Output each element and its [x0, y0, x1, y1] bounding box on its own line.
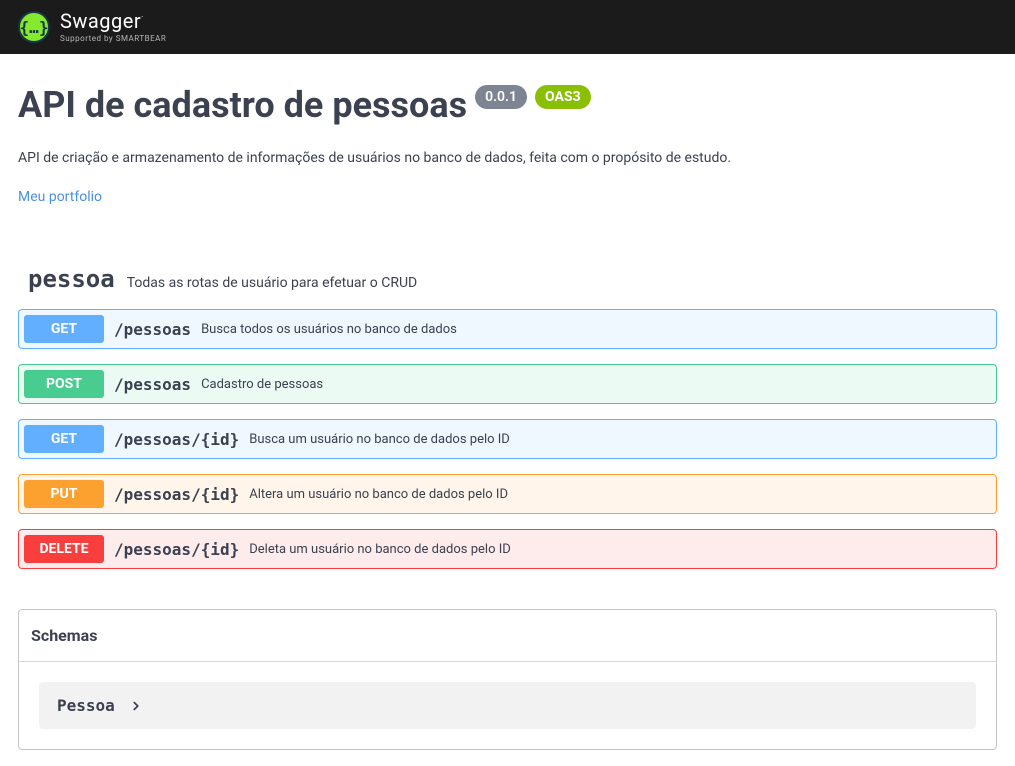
content: API de cadastro de pessoas 0.0.1 OAS3 AP… [0, 54, 1015, 750]
operation-summary: Altera um usuário no banco de dados pelo… [249, 487, 508, 502]
operation-path: /pessoas [114, 375, 191, 394]
schema-item-pessoa[interactable]: Pessoa [39, 682, 976, 729]
brand-name: Swagger. [60, 11, 166, 31]
method-badge: DELETE [24, 535, 104, 563]
operation-summary: Busca um usuário no banco de dados pelo … [249, 432, 510, 447]
schemas-section: Schemas Pessoa [18, 609, 997, 750]
portfolio-link[interactable]: Meu portfolio [18, 189, 102, 205]
method-badge: GET [24, 315, 104, 343]
version-badge: 0.0.1 [475, 85, 527, 109]
tag-description: Todas as rotas de usuário para efetuar o… [127, 275, 418, 291]
tag-name: pessoa [28, 265, 115, 293]
title-row: API de cadastro de pessoas 0.0.1 OAS3 [18, 84, 997, 126]
brand-block: Swagger. Supported by SMARTBEAR [60, 11, 166, 43]
tag-header[interactable]: pessoa Todas as rotas de usuário para ef… [18, 255, 997, 303]
operation-post-pessoas[interactable]: POST /pessoas Cadastro de pessoas [18, 364, 997, 404]
operation-summary: Busca todos os usuários no banco de dado… [201, 322, 457, 337]
tag-section: pessoa Todas as rotas de usuário para ef… [18, 255, 997, 569]
topbar-inner: {…} Swagger. Supported by SMARTBEAR [0, 11, 184, 43]
operation-path: /pessoas/{id} [114, 485, 239, 504]
swagger-logo-icon: {…} [18, 11, 50, 43]
api-title: API de cadastro de pessoas [18, 84, 467, 126]
operation-get-pessoa-id[interactable]: GET /pessoas/{id} Busca um usuário no ba… [18, 419, 997, 459]
schema-name: Pessoa [57, 696, 115, 715]
schemas-body: Pessoa [19, 662, 996, 749]
operation-summary: Cadastro de pessoas [201, 377, 323, 392]
chevron-right-icon [129, 699, 143, 713]
operation-path: /pessoas/{id} [114, 430, 239, 449]
operation-path: /pessoas [114, 320, 191, 339]
operation-get-pessoas[interactable]: GET /pessoas Busca todos os usuários no … [18, 309, 997, 349]
method-badge: PUT [24, 480, 104, 508]
operation-list: GET /pessoas Busca todos os usuários no … [18, 309, 997, 569]
api-description: API de criação e armazenamento de inform… [18, 150, 997, 166]
schemas-header[interactable]: Schemas [19, 610, 996, 662]
topbar: {…} Swagger. Supported by SMARTBEAR [0, 0, 1015, 54]
oas-badge: OAS3 [535, 85, 591, 109]
operation-path: /pessoas/{id} [114, 540, 239, 559]
operation-delete-pessoa-id[interactable]: DELETE /pessoas/{id} Deleta um usuário n… [18, 529, 997, 569]
brand-subtitle: Supported by SMARTBEAR [60, 35, 166, 43]
method-badge: GET [24, 425, 104, 453]
method-badge: POST [24, 370, 104, 398]
operation-put-pessoa-id[interactable]: PUT /pessoas/{id} Altera um usuário no b… [18, 474, 997, 514]
operation-summary: Deleta um usuário no banco de dados pelo… [249, 542, 511, 557]
